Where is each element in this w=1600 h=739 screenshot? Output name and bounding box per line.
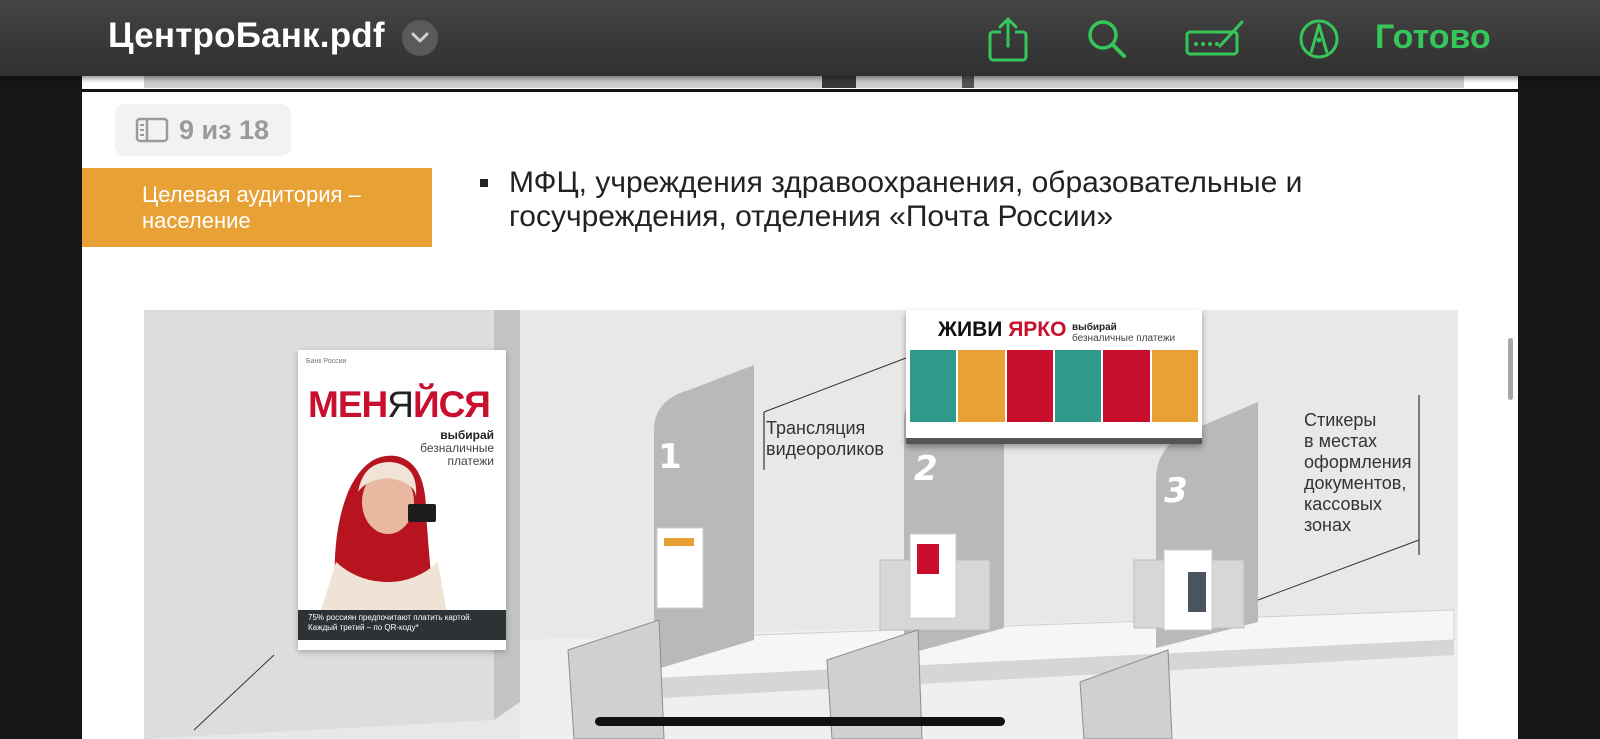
markup-icon[interactable]	[1184, 16, 1246, 62]
page-indicator[interactable]: 9 из 18	[115, 104, 291, 156]
stickers-label: Стикеры в местах оформления документов, …	[1304, 410, 1412, 535]
poster-footer: 75% россиян предпочитают платить картой.…	[298, 610, 506, 640]
page-separator	[82, 89, 1518, 92]
banner-choose-text: выбирай	[1072, 322, 1117, 333]
hanging-screen-banner: ЖИВИ ЯРКО выбирай безналичные платежи	[906, 310, 1202, 444]
done-button[interactable]: Готово	[1375, 18, 1491, 57]
window-number-1: 1	[658, 437, 682, 477]
sidebar-icon	[135, 117, 169, 143]
poster-choose-text: выбирай	[440, 428, 494, 442]
vertical-scrollbar[interactable]	[1508, 338, 1513, 400]
share-icon[interactable]	[985, 16, 1031, 62]
bullet-text: МФЦ, учреждения здравоохранения, образов…	[509, 166, 1303, 233]
pen-icon[interactable]	[1296, 16, 1342, 62]
video-label: Трансляция видеороликов	[766, 418, 884, 459]
office-illustration: 1 2 3 Банк России МЕНЯЙСЯ выбирай безнал…	[144, 310, 1458, 739]
document-title[interactable]: ЦентроБанк.pdf	[108, 16, 385, 56]
poster-photo	[318, 455, 448, 620]
audience-tag: Целевая аудитория – население	[82, 168, 432, 247]
audience-label: Целевая аудитория – население	[142, 182, 361, 233]
chevron-down-icon	[411, 32, 429, 43]
title-menu-button[interactable]	[402, 20, 438, 56]
banner-photo	[910, 350, 957, 422]
previous-page-edge	[82, 76, 1518, 90]
banner-photo	[1006, 350, 1053, 422]
pdf-viewer: ЦентроБанк.pdf Готово 9 из 18 Целевая ау…	[0, 0, 1600, 739]
page-indicator-label: 9 из 18	[179, 114, 270, 145]
poster-title: МЕНЯЙСЯ	[308, 384, 491, 425]
poster-logo: Банк России	[306, 358, 347, 365]
banner-photo	[1103, 350, 1150, 422]
banner-subtitle: безналичные платежи	[1072, 333, 1176, 344]
home-indicator[interactable]	[595, 717, 1005, 726]
banner-photo	[1054, 350, 1102, 422]
window-number-3: 3	[1164, 471, 1188, 511]
banner-photo-strip	[910, 350, 1198, 422]
search-icon[interactable]	[1084, 16, 1130, 62]
window-number-2: 2	[914, 449, 938, 489]
banner-title: ЖИВИ ЯРКО	[938, 318, 1067, 341]
top-toolbar: ЦентроБанк.pdf Готово	[0, 0, 1600, 76]
banner-photo	[1151, 350, 1198, 422]
pdf-page[interactable]: 9 из 18 Целевая аудитория – население МФ…	[82, 76, 1518, 739]
bullet-marker	[480, 179, 488, 187]
wall-poster: Банк России МЕНЯЙСЯ выбирай безналичные …	[298, 350, 506, 650]
banner-photo	[958, 350, 1005, 422]
